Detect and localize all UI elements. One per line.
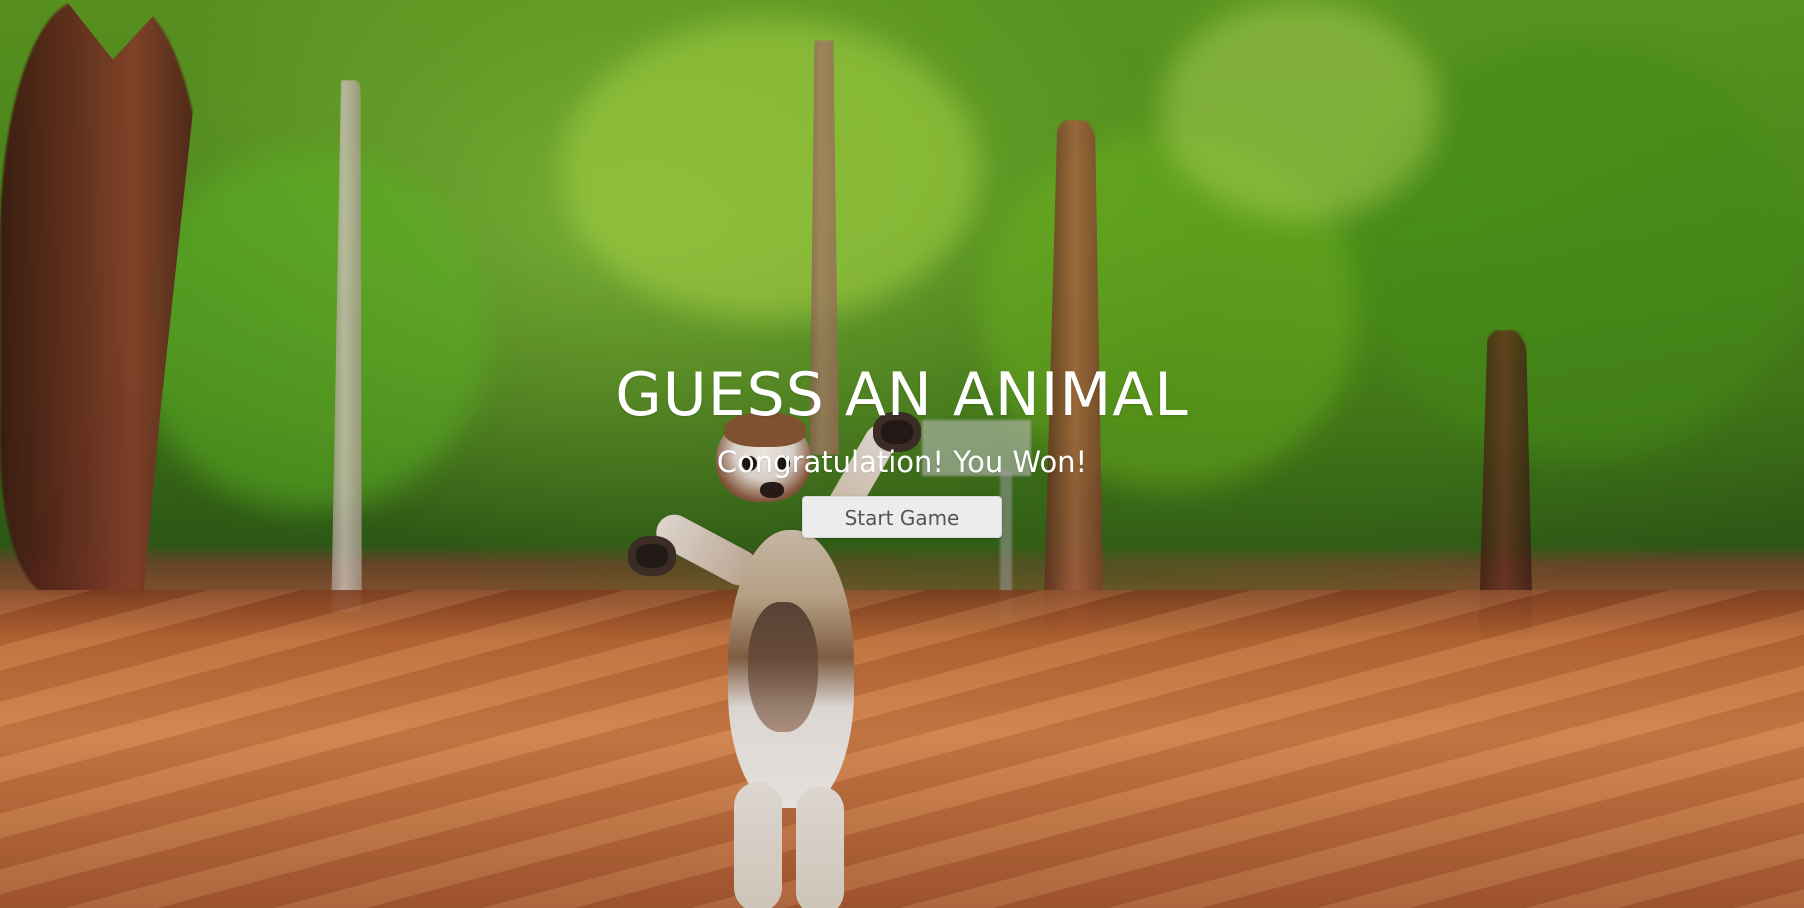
lemur-left-leg (734, 782, 782, 908)
start-game-button[interactable]: Start Game (802, 496, 1002, 538)
lemur-left-hand (628, 536, 676, 576)
game-status-message: Congratulation! You Won! (716, 445, 1088, 479)
game-title: GUESS AN ANIMAL (615, 360, 1189, 430)
lemur-body (728, 530, 854, 808)
game-center-panel: GUESS AN ANIMAL Congratulation! You Won!… (0, 360, 1804, 538)
lemur-right-leg (796, 786, 844, 908)
foliage-center (560, 20, 980, 320)
lemur-chest-patch (748, 602, 818, 732)
foliage-highlight (1160, 0, 1440, 220)
game-screen: GUESS AN ANIMAL Congratulation! You Won!… (0, 0, 1804, 908)
dirt-ground (0, 590, 1804, 908)
